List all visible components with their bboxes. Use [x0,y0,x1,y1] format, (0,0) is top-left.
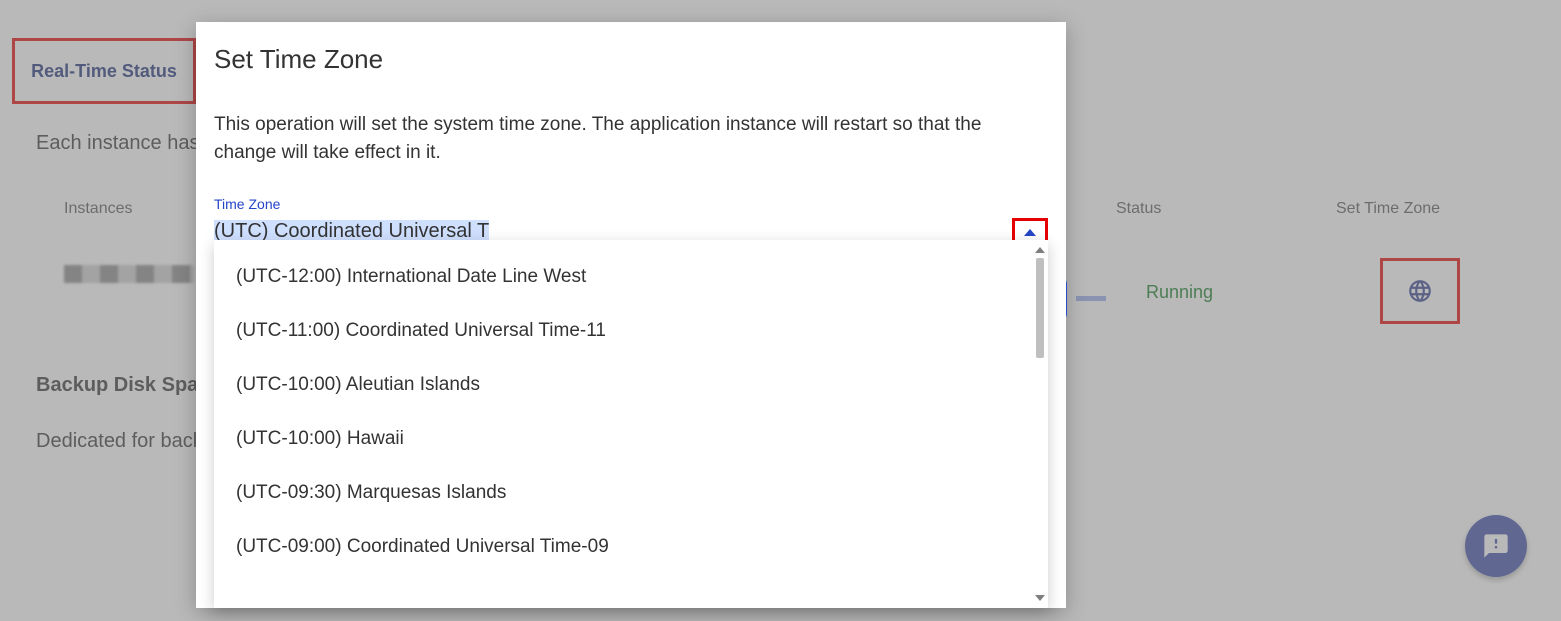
time-zone-option[interactable]: (UTC-11:00) Coordinated Universal Time-1… [214,304,1032,358]
time-zone-option[interactable]: (UTC-10:00) Aleutian Islands [214,358,1032,412]
modal-title: Set Time Zone [196,22,1066,75]
scroll-up-icon[interactable] [1034,244,1046,256]
set-time-zone-modal: Set Time Zone This operation will set th… [196,22,1066,608]
progress-indicator [1076,296,1106,301]
time-zone-option[interactable]: (UTC-09:00) Coordinated Universal Time-0… [214,520,1032,574]
chevron-up-icon [1024,229,1036,236]
options-scrollbar[interactable] [1034,244,1046,604]
tab-label: Real-Time Status [31,61,177,82]
backup-subtitle: Dedicated for backu [36,430,214,453]
tab-real-time-status[interactable]: Real-Time Status [12,38,196,104]
scrollbar-thumb[interactable] [1036,258,1044,358]
time-zone-option[interactable]: (UTC-10:00) Hawaii [214,412,1032,466]
instances-subtitle: Each instance has [36,132,199,155]
time-zone-option[interactable]: (UTC-12:00) International Date Line West [214,250,1032,304]
col-header-status: Status [1116,200,1336,218]
time-zone-options-panel: (UTC-12:00) International Date Line West… [214,240,1048,608]
time-zone-options-list: (UTC-12:00) International Date Line West… [214,240,1032,608]
col-header-timezone: Set Time Zone [1336,200,1525,218]
backup-heading: Backup Disk Space [36,374,221,397]
time-zone-option[interactable]: (UTC-09:30) Marquesas Islands [214,466,1032,520]
status-badge: Running [1146,282,1213,303]
modal-description: This operation will set the system time … [196,75,1066,166]
time-zone-field-label: Time Zone [196,166,1066,212]
globe-icon [1407,278,1433,304]
scroll-down-icon[interactable] [1034,592,1046,604]
set-time-zone-button[interactable] [1380,258,1460,324]
instance-name-blurred [64,265,194,283]
